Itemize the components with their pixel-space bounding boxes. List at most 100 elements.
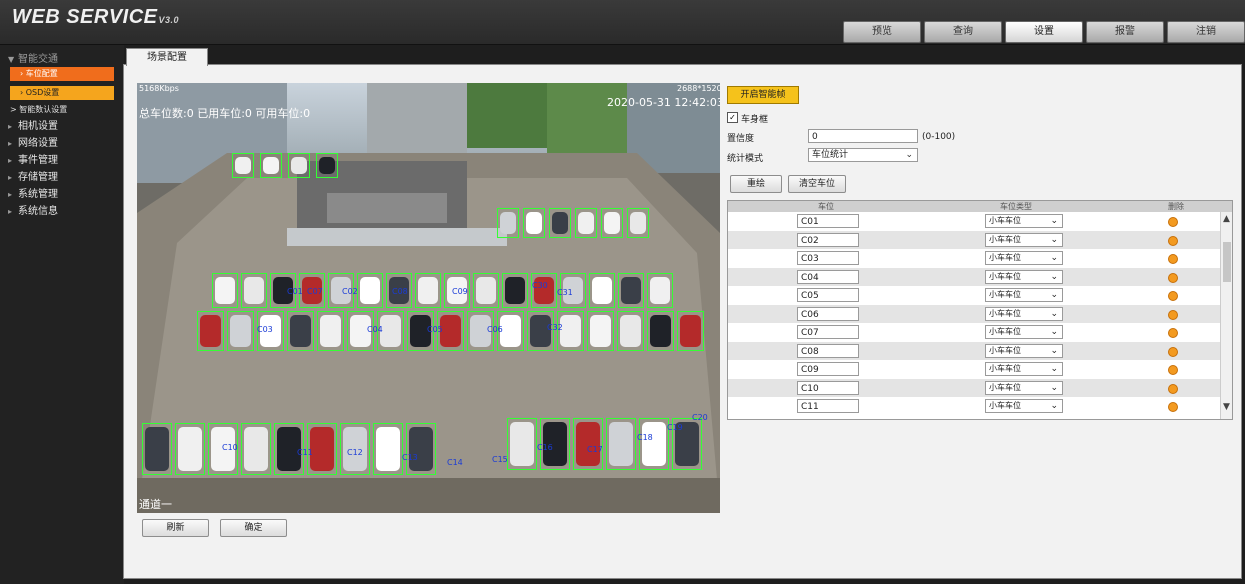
spot-type-value: 小车车位 [989,290,1021,299]
spot-label: C08 [392,287,408,296]
detection-box [317,311,344,351]
detection-box [677,311,704,351]
sidebar-item-camera[interactable]: ▸ 相机设置 [8,120,58,134]
header-delete: 删除 [1168,202,1184,211]
spot-id-input[interactable]: C09 [797,362,859,376]
spot-type-select[interactable]: 小车车位 ⌄ [985,343,1063,358]
spot-id-input[interactable]: C05 [797,288,859,302]
spot-id-input[interactable]: C04 [797,269,859,284]
spot-type-select[interactable]: 小车车位 ⌄ [985,399,1063,413]
sidebar-item-parking-config[interactable]: › 车位配置 [10,67,114,81]
tab-scene-config[interactable]: 场景配置 [126,48,208,66]
spot-type-select[interactable]: 小车车位 ⌄ [985,269,1063,284]
sidebar-item-smart-recognition[interactable]: > 智能数认设置 [10,103,114,117]
spot-label: C01 [287,287,303,296]
spot-id-input[interactable]: C02 [797,232,859,247]
spot-label: C03 [257,325,273,334]
spot-type-select[interactable]: 小车车位 ⌄ [985,288,1063,302]
spot-type-select[interactable]: 小车车位 ⌄ [985,251,1063,265]
sidebar-item-label: 网络设置 [18,138,58,149]
chevron-down-icon: ⌄ [1050,345,1058,356]
sidebar-item-label: 智能数认设置 [19,105,68,114]
table-row: C05 小车车位 ⌄ [728,286,1220,304]
table-row: C03 小车车位 ⌄ [728,249,1220,267]
spot-type-select[interactable]: 小车车位 ⌄ [985,325,1063,339]
sidebar-item-label: 存储管理 [18,172,58,183]
detection-box [357,273,383,308]
delete-icon[interactable] [1168,365,1178,375]
spot-id-input[interactable]: C08 [797,343,859,358]
video-timestamp: 2020-05-31 12:42:03 [607,96,720,109]
stat-mode-select[interactable]: 车位统计 ⌄ [808,148,918,162]
nav-tab-query[interactable]: 查询 [924,21,1002,43]
delete-icon[interactable] [1168,235,1178,246]
scroll-down-icon[interactable]: ▼ [1223,402,1230,412]
scroll-thumb[interactable] [1223,242,1231,282]
spot-label: C02 [342,287,358,296]
nav-tab-alarm[interactable]: 报警 [1086,21,1164,43]
body-frame-checkbox[interactable]: ✓ [727,112,738,123]
detection-box [606,418,636,470]
sidebar-item-label: 系统管理 [18,189,58,200]
sidebar-item-label: OSD设置 [25,88,60,97]
detection-box [639,418,669,470]
delete-icon[interactable] [1168,254,1178,264]
delete-icon[interactable] [1168,402,1178,412]
detection-box [473,273,499,308]
delete-icon[interactable] [1168,346,1178,357]
confidence-range: (0-100) [922,132,956,142]
sidebar-item-sysinfo[interactable]: ▸ 系统信息 [8,205,58,219]
spot-type-value: 小车车位 [989,271,1021,281]
table-scrollbar[interactable]: ▲ ▼ [1220,212,1232,419]
spot-id-input[interactable]: C11 [797,399,859,413]
chevron-down-icon: ▼ [8,55,15,64]
logo: WEB SERVICEV3.0 [12,6,179,29]
sidebar-item-storage[interactable]: ▸ 存储管理 [8,171,58,185]
detection-box [601,208,623,238]
confidence-input[interactable]: 0 [808,129,918,143]
clear-spots-button[interactable]: 清空车位 [788,175,846,193]
spot-type-select[interactable]: 小车车位 ⌄ [985,232,1063,247]
confirm-button[interactable]: 确定 [220,519,287,537]
table-row: C10 小车车位 ⌄ [728,378,1220,397]
spot-id-input[interactable]: C07 [797,325,859,339]
spot-type-select[interactable]: 小车车位 ⌄ [985,214,1063,228]
table-row: C11 小车车位 ⌄ [728,397,1220,415]
spot-id-input[interactable]: C10 [797,380,859,395]
nav-tab-logout[interactable]: 注销 [1167,21,1245,43]
spot-label: C13 [402,453,418,462]
redraw-button[interactable]: 重绘 [730,175,782,193]
header-spot: 车位 [818,202,834,211]
delete-icon[interactable] [1168,291,1178,301]
sidebar-item-label: 系统信息 [18,206,58,217]
delete-icon[interactable] [1168,383,1178,394]
spot-type-select[interactable]: 小车车位 ⌄ [985,362,1063,376]
detection-box [212,273,238,308]
detection-box [288,153,310,178]
refresh-button[interactable]: 刷新 [142,519,209,537]
smart-frame-button[interactable]: 开启智能帧 [727,86,799,104]
video-view[interactable]: C01 C02 C03 C04 C05 C06 C07 C08 C09 C10 C11 C12 C13 C… [137,83,720,513]
body-frame-label: 车身框 [741,115,769,125]
delete-icon[interactable] [1168,217,1178,227]
spot-id-input[interactable]: C06 [797,306,859,321]
sidebar-item-network[interactable]: ▸ 网络设置 [8,137,58,151]
sidebar-item-events[interactable]: ▸ 事件管理 [8,154,58,168]
nav-tab-settings[interactable]: 设置 [1005,21,1083,43]
chevron-down-icon: ⌄ [1050,253,1058,263]
spot-id-input[interactable]: C01 [797,214,859,228]
detection-box [197,311,224,351]
sidebar-item-system[interactable]: ▸ 系统管理 [8,188,58,202]
spot-type-select[interactable]: 小车车位 ⌄ [985,306,1063,321]
delete-icon[interactable] [1168,272,1178,283]
sidebar-item-osd[interactable]: › OSD设置 [10,86,114,100]
spot-id-input[interactable]: C03 [797,251,859,265]
sidebar-group-smart-traffic[interactable]: ▼ 智能交通 [8,53,58,67]
logo-text: WEB SERVICE [12,6,158,28]
scroll-up-icon[interactable]: ▲ [1223,214,1230,224]
chevron-right-icon: ▸ [8,207,13,216]
nav-tab-preview[interactable]: 预览 [843,21,921,43]
delete-icon[interactable] [1168,309,1178,320]
spot-type-select[interactable]: 小车车位 ⌄ [985,380,1063,395]
delete-icon[interactable] [1168,328,1178,338]
